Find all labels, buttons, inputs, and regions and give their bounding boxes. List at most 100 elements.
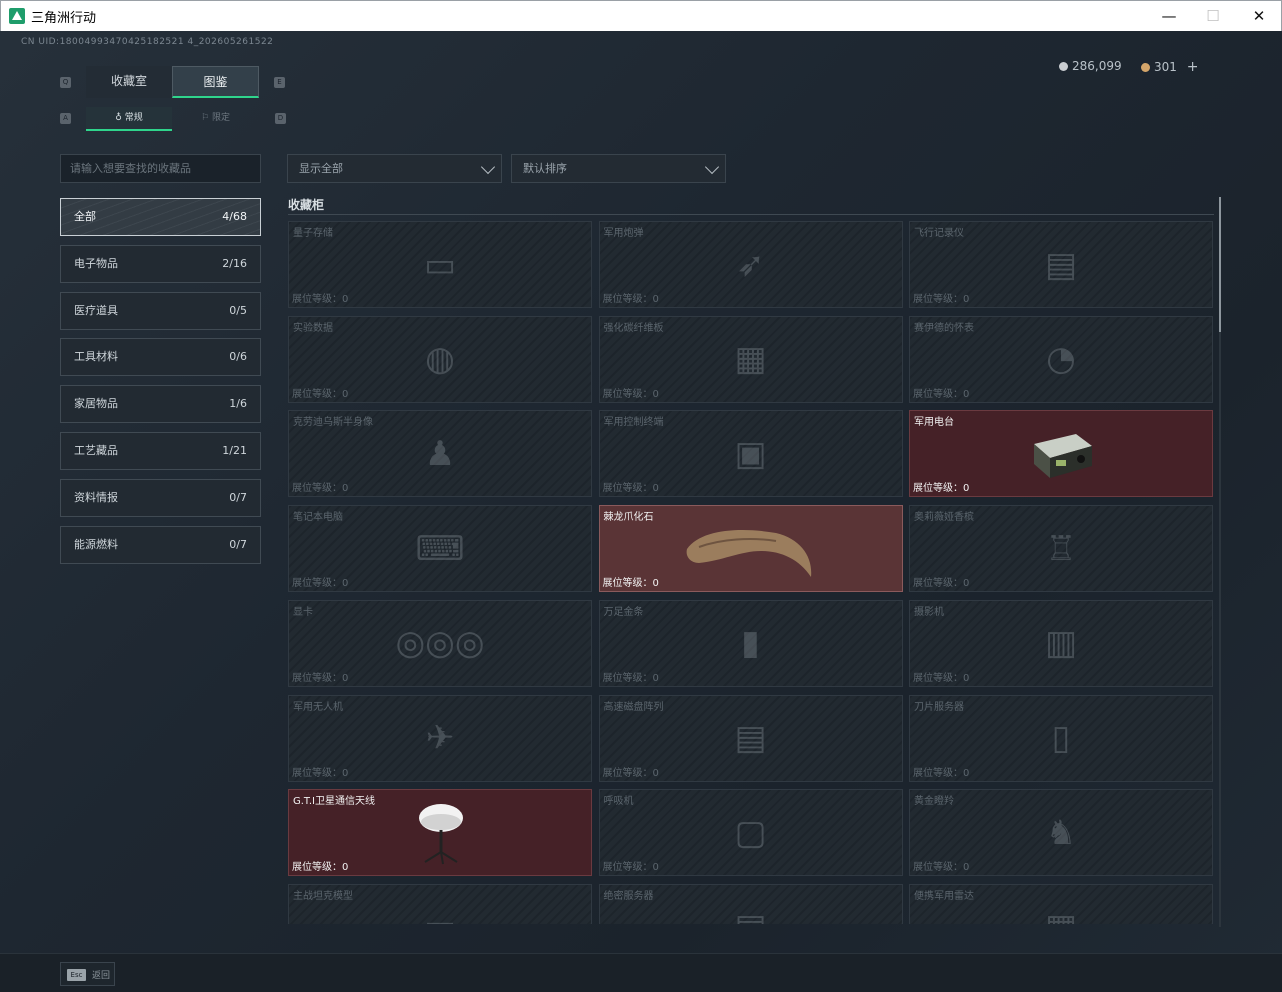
collection-card[interactable]: ▦ 强化碳纤维板 展位等级：0 [598,315,903,403]
level-label: 展位等级： [913,483,963,495]
maximize-button[interactable]: ☐ [1190,1,1236,31]
tank-model-icon: ▬ [424,907,456,924]
tab-collection-room[interactable]: 收藏室 [86,66,172,98]
level-label: 展位等级： [292,578,342,590]
collection-card[interactable]: ▥ 摄影机 展位等级：0 [909,599,1213,687]
collection-card[interactable]: ◔ 赛伊德的怀表 展位等级：0 [909,315,1213,403]
item-name: 克劳迪乌斯半身像 [293,417,373,429]
tab-left-key-hint: Q [60,77,71,88]
category-item[interactable]: 全部 4/68 [60,198,261,236]
sort-dropdown[interactable]: 默认排序 [511,154,726,183]
level-label: 展位等级： [292,388,342,400]
level-value: 0 [342,483,349,495]
display-filter-dropdown[interactable]: 显示全部 [287,154,502,183]
item-name: 飞行记录仪 [914,228,964,239]
category-item[interactable]: 医疗道具 0/5 [60,291,261,330]
collection-card[interactable]: ◍ 实验数据 展位等级：0 [288,315,592,403]
subtab-regular[interactable]: ♁ 常规 [86,107,172,131]
category-label: 全部 [74,210,96,223]
champagne-icon: ♖ [1045,528,1077,569]
item-level: 展位等级：0 [913,764,969,779]
level-label: 展位等级： [292,862,342,874]
level-value: 0 [342,767,349,779]
collection-card[interactable]: ◎◎◎ 显卡 展位等级：0 [288,599,592,687]
level-label: 展位等级： [292,672,342,684]
collection-card[interactable]: ♞ 黄金瞪羚 展位等级：0 [909,789,1213,877]
level-value: 0 [342,672,349,684]
subtab-limited[interactable]: ⚐ 限定 [172,107,259,131]
collection-card[interactable]: ⌨ 笔记本电脑 展位等级：0 [288,505,592,593]
item-level: 展位等级：0 [603,858,659,873]
level-label: 展位等级： [602,388,653,400]
collection-card[interactable]: 棘龙爪化石 展位等级：0 [598,505,903,593]
collection-card[interactable]: ▤ 飞行记录仪 展位等级：0 [909,221,1213,308]
window-title: 三角洲行动 [31,11,97,26]
category-count: 0/7 [229,537,247,551]
dinosaur-claw-icon [686,529,811,577]
level-value: 0 [342,294,349,305]
collection-card[interactable]: ♖ 奥莉薇娅香槟 展位等级：0 [909,505,1213,593]
window-titlebar: 三角洲行动 — ☐ ✕ [0,0,1282,31]
category-label: 工具材料 [74,350,118,364]
category-item[interactable]: 能源燃料 0/7 [60,525,261,564]
collection-card[interactable]: ▭ 量子存储 展位等级：0 [288,221,592,308]
level-label: 展位等级： [913,388,963,400]
gazelle-statue-icon: ♞ [1045,812,1077,853]
minimize-button[interactable]: — [1146,1,1192,31]
gold-amount: 301 [1154,60,1177,74]
collection-card[interactable]: 军用电台 展位等级：0 [909,410,1213,498]
collection-card[interactable]: ▤绝密服务器展位等级：0 [598,883,903,924]
collection-card[interactable]: ♟ 克劳迪乌斯半身像 展位等级：0 [288,410,592,498]
add-currency-button[interactable]: + [1187,59,1199,75]
category-label: 能源燃料 [74,537,118,551]
item-level: 展位等级：0 [913,858,969,873]
item-name: 呼吸机 [603,796,634,808]
level-value: 0 [963,483,970,495]
level-value: 0 [963,862,970,874]
level-value: 0 [963,294,970,305]
scrollbar-thumb[interactable] [1219,197,1221,332]
collection-card[interactable]: ▢ 呼吸机 展位等级：0 [598,789,903,877]
back-button[interactable]: Esc 返回 [60,962,115,986]
collection-card[interactable]: ▮ 万足金条 展位等级：0 [598,599,903,687]
bottom-bar: Esc 返回 [0,953,1282,992]
category-item[interactable]: 家居物品 1/6 [60,385,261,424]
close-button[interactable]: ✕ [1236,1,1282,31]
item-level: 展位等级：0 [292,479,348,494]
collection-card[interactable]: ✈ 军用无人机 展位等级：0 [288,694,592,782]
category-count: 1/21 [222,444,247,457]
item-level: 展位等级：0 [603,290,659,305]
collection-card[interactable]: ▬主战坦克模型展位等级：0 [288,883,592,924]
level-label: 展位等级： [602,767,653,779]
item-name: 万足金条 [603,606,644,618]
category-item[interactable]: 电子物品 2/16 [60,244,261,283]
collection-card[interactable]: G.T.I卫星通信天线 展位等级：0 [288,789,592,877]
collection-card[interactable]: ▤ 高速磁盘阵列 展位等级：0 [598,694,903,782]
item-name: 主战坦克模型 [293,890,353,902]
item-level: 展位等级：0 [913,574,969,589]
game-viewport: CN UID:18004993470425182521 4_2026052615… [0,31,1282,992]
level-value: 0 [963,767,970,779]
drone-icon: ✈ [425,718,455,758]
collection-card[interactable]: ▦便携军用雷达展位等级：0 [909,883,1213,924]
search-input[interactable]: 请输入想要查找的收藏品 [60,154,261,183]
collection-card[interactable]: ▣ 军用控制终端 展位等级：0 [598,410,903,498]
category-item[interactable]: 资料情报 0/7 [60,478,261,517]
collection-card[interactable]: ➶ 军用炮弹 展位等级：0 [598,221,903,308]
category-item[interactable]: 工具材料 0/6 [60,338,261,377]
item-name: 棘龙爪化石 [603,512,654,524]
level-value: 0 [652,483,659,495]
disc-icon: ◍ [425,339,455,380]
level-value: 0 [652,862,659,874]
military-radio-icon [1034,433,1092,478]
silver-currency: 286,099 [1059,59,1122,73]
item-name: 绝密服务器 [603,890,654,902]
graphics-card-icon: ◎◎◎ [395,623,485,664]
level-value: 0 [652,388,659,400]
category-item[interactable]: 工艺藏品 1/21 [60,432,261,470]
level-value: 0 [652,294,659,305]
collection-card[interactable]: ▯ 刀片服务器 展位等级：0 [909,694,1213,782]
tab-codex[interactable]: 图鉴 [172,66,259,98]
category-count: 0/7 [229,490,247,504]
level-value: 0 [963,578,970,590]
